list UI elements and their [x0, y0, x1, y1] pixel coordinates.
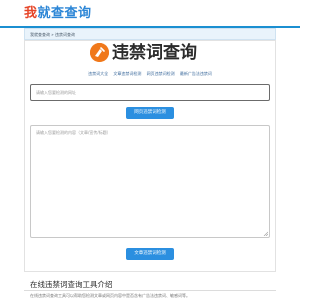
webpage-check-button[interactable]: 网页违禁词检测 — [126, 107, 174, 119]
article-check-button[interactable]: 文章违禁词检测 — [126, 248, 174, 260]
nav-item-latest-ad-law[interactable]: 最新广告法违禁词 — [180, 71, 212, 76]
textarea-placeholder: 请输入您要检测的内容（文章/宣传/标题） — [36, 130, 111, 135]
section-divider — [24, 290, 276, 291]
breadcrumb-current: 违禁词查询 — [55, 32, 75, 37]
logo-char-1: 我 — [24, 6, 38, 21]
top-header: 我就查查询 — [0, 0, 300, 28]
brand-logo-icon — [90, 43, 109, 62]
article-textarea[interactable]: 请输入您要检测的内容（文章/宣传/标题） — [30, 125, 270, 238]
nav-item-webpage-check[interactable]: 网页违禁词检测 — [147, 71, 175, 76]
logo-char-rest: 查查询 — [51, 6, 92, 21]
logo-char-2: 就 — [37, 6, 52, 21]
intro-text: 在线违禁词查询工具可以帮助您检测文章或网页内容中是否含有广告法违禁词、敏感词等。 — [30, 293, 190, 298]
tool-nav: 违禁词大全 文章违禁词检测 网页违禁词检测 最新广告法违禁词 — [48, 70, 252, 78]
breadcrumb: 我就查查询 » 违禁词查询 — [24, 28, 276, 40]
nav-item-banned-words-list[interactable]: 违禁词大全 — [88, 71, 108, 76]
site-logo[interactable]: 我就查查询 — [24, 5, 92, 23]
url-input[interactable]: 请输入您要检测的网址 — [30, 84, 270, 101]
nav-item-article-check[interactable]: 文章违禁词检测 — [113, 71, 141, 76]
brand-title: 违禁词查询 — [112, 43, 197, 63]
breadcrumb-home-link[interactable]: 我就查查询 — [30, 32, 50, 37]
intro-title: 在线违禁词查询工具介绍 — [30, 280, 113, 289]
resize-grip-icon[interactable] — [263, 231, 268, 236]
